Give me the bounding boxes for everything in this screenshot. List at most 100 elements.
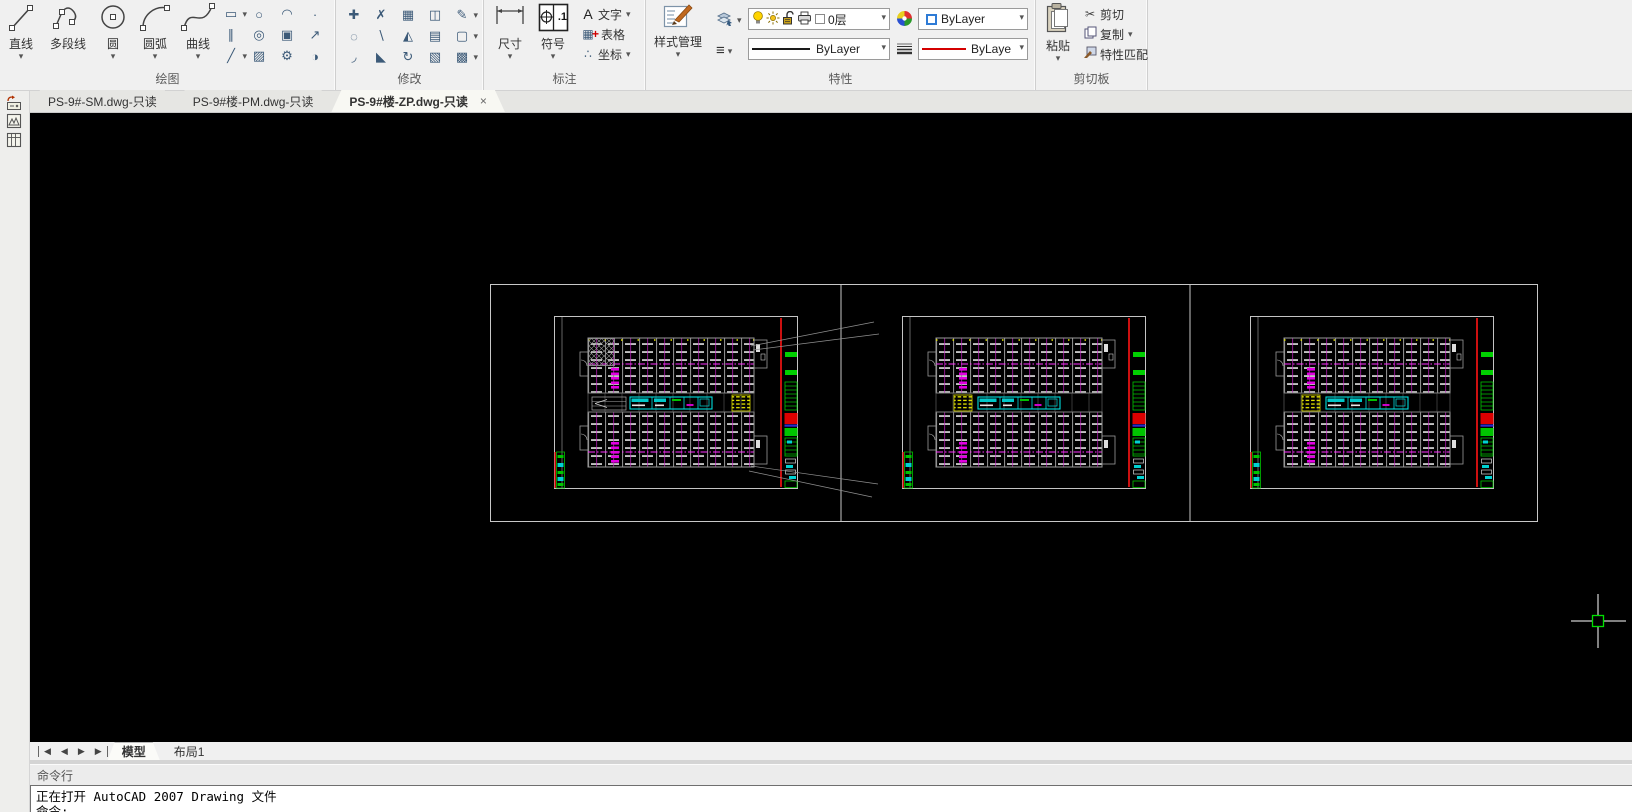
chevron-down-icon[interactable]: ▾ xyxy=(508,52,513,61)
chamfer-tool[interactable]: ◣ xyxy=(368,47,394,67)
grid-panel-icon[interactable] xyxy=(4,132,24,149)
hatch-edit-tool[interactable]: ▩ ▾ xyxy=(449,47,478,67)
style-manager-button[interactable]: 样式管理 ▾ xyxy=(654,2,702,59)
construction-line-tool[interactable]: ╱ ▾ xyxy=(218,46,247,66)
rectangle-tool[interactable]: ▭ ▾ xyxy=(218,4,247,24)
rectangle-edit-tool[interactable]: ▢ ▾ xyxy=(449,26,478,46)
line-icon xyxy=(6,2,36,34)
copy-button[interactable]: 复制 ▾ xyxy=(1082,24,1148,44)
array-tool[interactable]: ▦ xyxy=(395,5,421,25)
move-tool[interactable]: ✚ xyxy=(341,5,367,25)
chevron-down-icon[interactable]: ▾ xyxy=(1019,43,1024,52)
chevron-down-icon[interactable]: ▾ xyxy=(1056,54,1061,63)
scale-tool[interactable]: ◌ xyxy=(341,26,367,46)
cut-button[interactable]: ✂ 剪切 xyxy=(1082,4,1148,24)
chevron-down-icon[interactable]: ▾ xyxy=(1128,30,1133,39)
tool-palette-icon[interactable] xyxy=(4,95,24,111)
spline-tool-button[interactable]: 曲线 ▾ xyxy=(178,2,218,61)
drawing-canvas[interactable] xyxy=(30,113,1632,742)
first-tab-icon[interactable]: ◀ xyxy=(38,745,56,757)
command-line-header[interactable]: 命令行 xyxy=(30,764,1632,785)
layer-value: 0层 xyxy=(828,12,847,27)
tab-layout1[interactable]: 布局1 xyxy=(160,742,219,760)
layer-states-icon xyxy=(716,10,734,29)
prev-tab-icon[interactable]: ◀ xyxy=(56,746,73,757)
linetype-menu-button[interactable]: ≡ ▾ xyxy=(716,42,732,59)
chevron-down-icon[interactable]: ▾ xyxy=(473,53,478,62)
next-tab-icon[interactable]: ▶ xyxy=(73,746,90,757)
chevron-down-icon[interactable]: ▾ xyxy=(196,52,201,61)
chevron-down-icon[interactable]: ▾ xyxy=(728,46,733,55)
gear-tool[interactable]: ⚙ xyxy=(274,46,300,66)
solid-edit-tool[interactable]: ▧ xyxy=(422,47,448,67)
trim-tool[interactable]: ✗ xyxy=(368,5,394,25)
chevron-down-icon[interactable]: ▾ xyxy=(473,32,478,41)
chevron-down-icon[interactable]: ▾ xyxy=(153,52,158,61)
arc-icon xyxy=(135,2,175,34)
layer-select[interactable]: 0层 ▾ xyxy=(748,8,890,30)
region-tool[interactable]: ▣ xyxy=(274,25,300,45)
doc-tab-ps9-zp-active[interactable]: PS-9#楼-ZP.dwg-只读 × xyxy=(331,90,504,112)
chevron-down-icon[interactable]: ▾ xyxy=(1019,13,1024,22)
text-tool-button[interactable]: A 文字 ▾ xyxy=(580,4,631,24)
coordinate-tool-button[interactable]: ∴ 坐标 ▾ xyxy=(580,44,631,64)
linetype-select[interactable]: ByLayer ▾ xyxy=(748,38,890,60)
style-manager-icon xyxy=(661,2,695,32)
symbol-tool-button[interactable]: .1 符号 ▾ xyxy=(536,2,570,61)
line-tool-button[interactable]: 直线 ▾ xyxy=(6,2,36,61)
doc-tab-ps9-sm[interactable]: PS-9#-SM.dwg-只读 xyxy=(30,90,175,112)
arc-tool-button[interactable]: 圆弧 ▾ xyxy=(135,2,175,61)
mirror-tool[interactable]: ◭ xyxy=(395,26,421,46)
chevron-down-icon[interactable]: ▾ xyxy=(473,11,478,20)
current-color-swatch xyxy=(926,13,937,25)
last-tab-icon[interactable]: ▶ xyxy=(90,745,108,757)
tab-model[interactable]: 模型 xyxy=(108,742,160,760)
hatch-tool[interactable]: ▨ xyxy=(246,46,272,66)
circle-tool-button[interactable]: 圆 ▾ xyxy=(97,2,129,61)
chevron-down-icon[interactable]: ▾ xyxy=(626,10,631,19)
chevron-down-icon[interactable]: ▾ xyxy=(19,52,24,61)
stretch-tool[interactable]: ◫ xyxy=(422,5,448,25)
rotate-tool[interactable]: ↻ xyxy=(395,47,421,67)
command-history[interactable]: 正在打开 AutoCAD 2007 Drawing 文件 命令: xyxy=(30,785,1632,812)
close-icon[interactable]: × xyxy=(480,94,487,108)
doc-tab-ps9-pm[interactable]: PS-9#楼-PM.dwg-只读 xyxy=(175,90,332,112)
color-wheel-icon[interactable] xyxy=(896,10,913,30)
arc-segment-tool[interactable]: ◠ xyxy=(274,4,300,24)
polyline-tool-button[interactable]: 多段线 xyxy=(42,2,94,52)
copy-icon xyxy=(1082,26,1098,42)
offset-tool[interactable]: ∖ xyxy=(368,26,394,46)
dimension-tool-button[interactable]: 尺寸 ▾ xyxy=(492,2,528,61)
point-tool[interactable]: · xyxy=(302,4,328,24)
layer-states-button[interactable]: ▾ xyxy=(716,10,742,29)
match-properties-button[interactable]: 特性匹配 xyxy=(1082,44,1148,64)
image-panel-icon[interactable] xyxy=(4,113,24,130)
color-select[interactable]: ByLayer ▾ xyxy=(918,8,1028,30)
unlock-icon xyxy=(782,10,795,28)
wipeout-tool[interactable]: ◑ xyxy=(302,46,328,66)
chevron-down-icon[interactable]: ▾ xyxy=(111,52,116,61)
donut-tool[interactable]: ◎ xyxy=(246,25,272,45)
ribbon-panel-properties: 样式管理 ▾ ▾ ≡ ▾ 0层 ▾ ByLayer ▾ ByLayer ▾ By… xyxy=(646,0,1036,90)
chevron-down-icon[interactable]: ▾ xyxy=(551,52,556,61)
lineweight-lines-icon[interactable] xyxy=(896,42,913,59)
chevron-down-icon[interactable]: ▾ xyxy=(881,13,886,22)
edit-pencil-tool[interactable]: ✎ ▾ xyxy=(449,5,478,25)
chevron-down-icon[interactable]: ▾ xyxy=(737,15,742,24)
fillet-tool[interactable]: ◞ xyxy=(341,47,367,67)
lineweight-value: ByLayer xyxy=(971,42,1011,56)
chevron-down-icon[interactable]: ▾ xyxy=(881,43,886,52)
paste-button[interactable]: 粘贴 ▾ xyxy=(1042,2,1074,63)
table-tool-button[interactable]: ▦ + 表格 xyxy=(580,24,631,44)
pointer-tool[interactable]: ↗ xyxy=(302,25,328,45)
spline-icon xyxy=(178,2,218,34)
line-label: 直线 xyxy=(8,37,33,51)
floor-plan-sheet-2 xyxy=(901,315,1147,490)
color-value: ByLayer xyxy=(941,12,986,26)
chevron-down-icon[interactable]: ▾ xyxy=(676,50,681,59)
lineweight-select[interactable]: ByLayer ▾ xyxy=(918,38,1028,60)
chevron-down-icon[interactable]: ▾ xyxy=(626,50,631,59)
parallel-lines-tool[interactable]: ∥ xyxy=(218,25,244,45)
ellipse-tool[interactable]: ○ xyxy=(246,4,272,24)
copy-object-tool[interactable]: ▤ xyxy=(422,26,448,46)
